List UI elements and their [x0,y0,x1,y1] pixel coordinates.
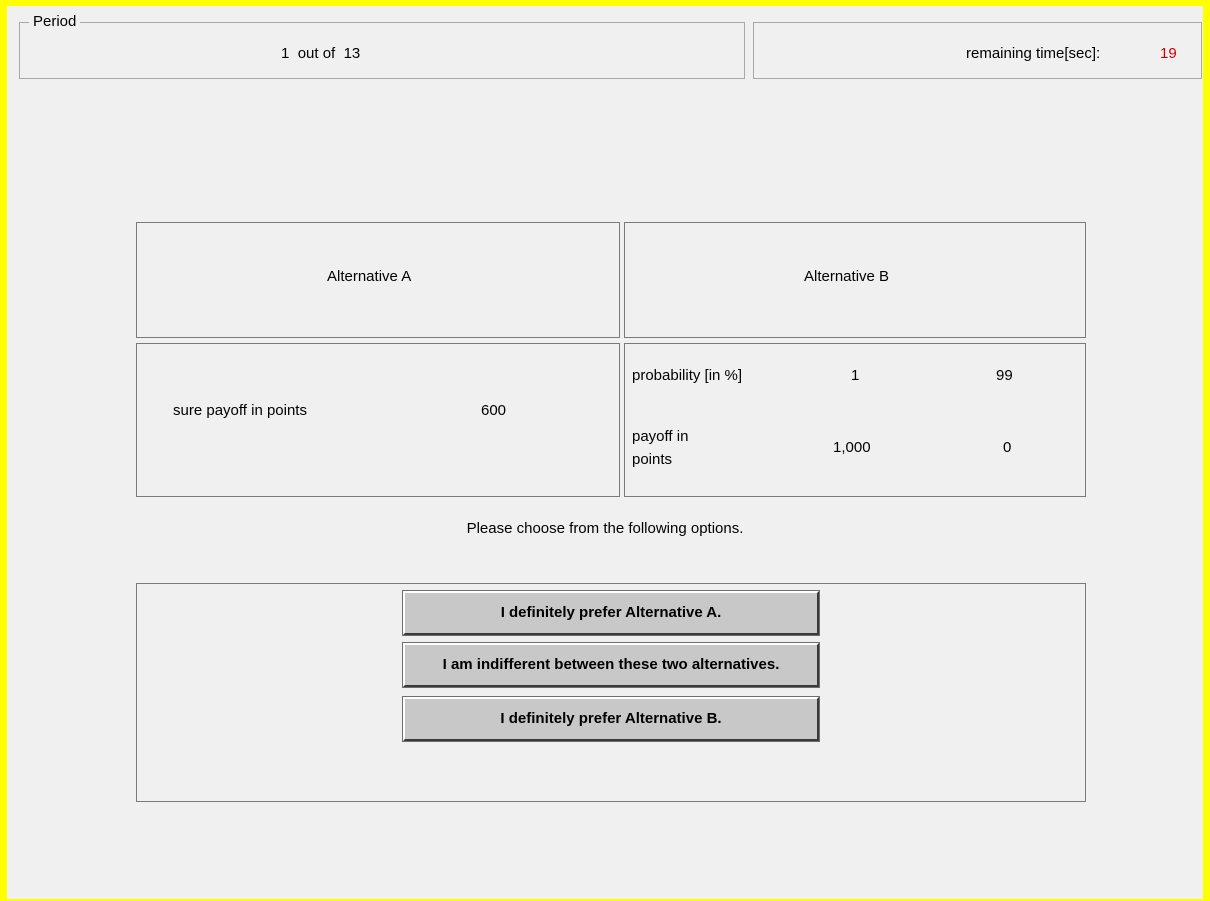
alternative-b-title: Alternative B [804,268,890,285]
alternative-a-details [136,343,620,497]
probability-label: probability [in %] [632,367,743,384]
alternative-a-title: Alternative A [327,268,412,285]
prefer-alternative-b-button[interactable]: I definitely prefer Alternative B. [402,696,820,742]
payoff-outcome-1: 1,000 [833,439,871,456]
payoff-label-line2: points [632,451,673,468]
sure-payoff-value: 600 [481,402,507,419]
period-panel [19,22,745,79]
probability-outcome-2: 99 [996,367,1013,384]
period-separator: out of [297,45,336,62]
remaining-time-value: 19 [1160,45,1177,62]
choice-instruction: Please choose from the following options… [466,520,744,537]
prefer-alternative-a-button[interactable]: I definitely prefer Alternative A. [402,590,820,636]
payoff-label-line1: payoff in [632,428,689,445]
period-legend: Period [29,13,81,31]
period-current: 1 [281,45,290,62]
indifferent-button[interactable]: I am indifferent between these two alter… [402,642,820,688]
probability-outcome-1: 1 [851,367,860,384]
payoff-outcome-2: 0 [1003,439,1012,456]
period-total: 13 [343,45,361,62]
sure-payoff-label: sure payoff in points [173,402,307,419]
remaining-time-label: remaining time[sec]: [966,45,1101,62]
period-counter: 1 out of 13 [281,45,360,62]
